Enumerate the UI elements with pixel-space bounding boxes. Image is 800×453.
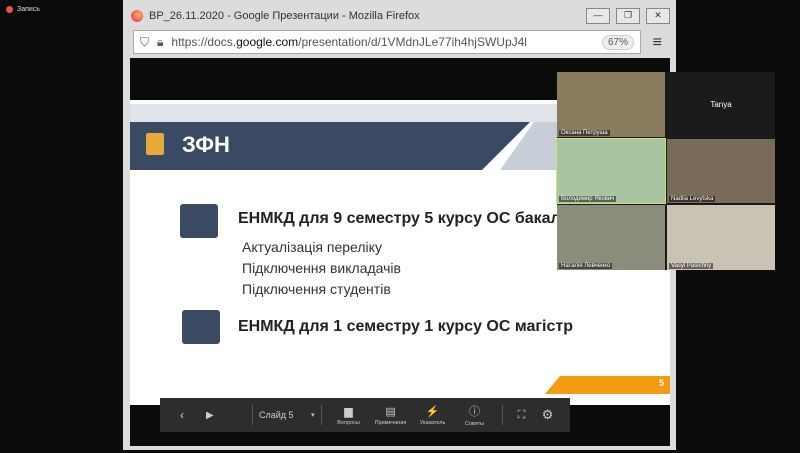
settings-icon[interactable]: ⚙ bbox=[535, 407, 561, 423]
zoom-level[interactable]: 67% bbox=[601, 34, 634, 50]
participant-tile[interactable]: Tanya bbox=[667, 72, 775, 137]
firefox-icon bbox=[131, 10, 143, 22]
minimize-button[interactable]: — bbox=[586, 8, 610, 24]
maximize-button[interactable]: ❐ bbox=[616, 8, 640, 24]
record-icon bbox=[6, 6, 13, 13]
fullscreen-icon[interactable]: ⛶ bbox=[509, 409, 535, 422]
dropdown-icon[interactable]: ▾ bbox=[311, 411, 315, 419]
participant-tile[interactable]: Vasyl Pasichny bbox=[667, 205, 775, 270]
questions-button[interactable]: ▆ Вопросы bbox=[328, 405, 370, 426]
slide-title: ЗФН bbox=[182, 132, 230, 157]
pointer-button[interactable]: ⚡ Указатель bbox=[412, 405, 454, 426]
slide-subitem: Підключення викладачів bbox=[242, 260, 401, 276]
presentation-controls: ‹ ▶ Слайд 5 ▾ ▆ Вопросы ▤ Примечания ⚡ Указ… bbox=[160, 398, 570, 432]
notes-icon: ▤ bbox=[385, 405, 396, 418]
lock-icon: 🔒︎ bbox=[157, 34, 164, 49]
shield-icon: ⛉ bbox=[140, 34, 150, 49]
url-bar[interactable]: ⛉ 🔒︎ https://docs.google.com/presentation… bbox=[133, 30, 641, 54]
page-number: 5 bbox=[658, 378, 664, 388]
notepad-icon bbox=[146, 133, 164, 155]
participant-tile[interactable]: Наталія Левченко bbox=[557, 205, 665, 270]
participant-tile[interactable]: Оксана Петруша bbox=[557, 72, 665, 137]
puzzle-icon bbox=[182, 310, 220, 344]
slide-selector[interactable]: Слайд 5 bbox=[259, 410, 311, 420]
slide-subitem: Актуалізація переліку bbox=[242, 239, 382, 255]
participant-tile[interactable]: Володимир Якович bbox=[556, 137, 666, 205]
close-button[interactable]: ✕ bbox=[646, 8, 670, 24]
slide-item-1: ЕНМКД для 9 семестру 5 курсу ОС бакалавр bbox=[238, 210, 590, 227]
recording-indicator: Запись bbox=[6, 6, 40, 13]
chat-icon: ▆ bbox=[344, 405, 353, 418]
play-icon[interactable]: ▶ bbox=[206, 410, 246, 421]
tips-button[interactable]: ⓘ Советы bbox=[454, 403, 496, 427]
participant-tile[interactable]: Nadiia Levytska bbox=[667, 138, 775, 204]
puzzle-icon bbox=[180, 204, 218, 238]
prev-icon[interactable]: ‹ bbox=[180, 408, 206, 422]
menu-icon[interactable]: ≡ bbox=[653, 34, 662, 52]
slide-item-2: ЕНМКД для 1 семестру 1 курсу ОС магістр bbox=[238, 318, 573, 335]
notes-button[interactable]: ▤ Примечания bbox=[370, 405, 412, 426]
video-grid: Оксана Петруша Tanya Володимир Якович Na… bbox=[556, 72, 775, 270]
laser-icon: ⚡ bbox=[425, 405, 440, 418]
slide-subitem: Підключення студентів bbox=[242, 281, 391, 297]
info-icon: ⓘ bbox=[469, 406, 481, 418]
